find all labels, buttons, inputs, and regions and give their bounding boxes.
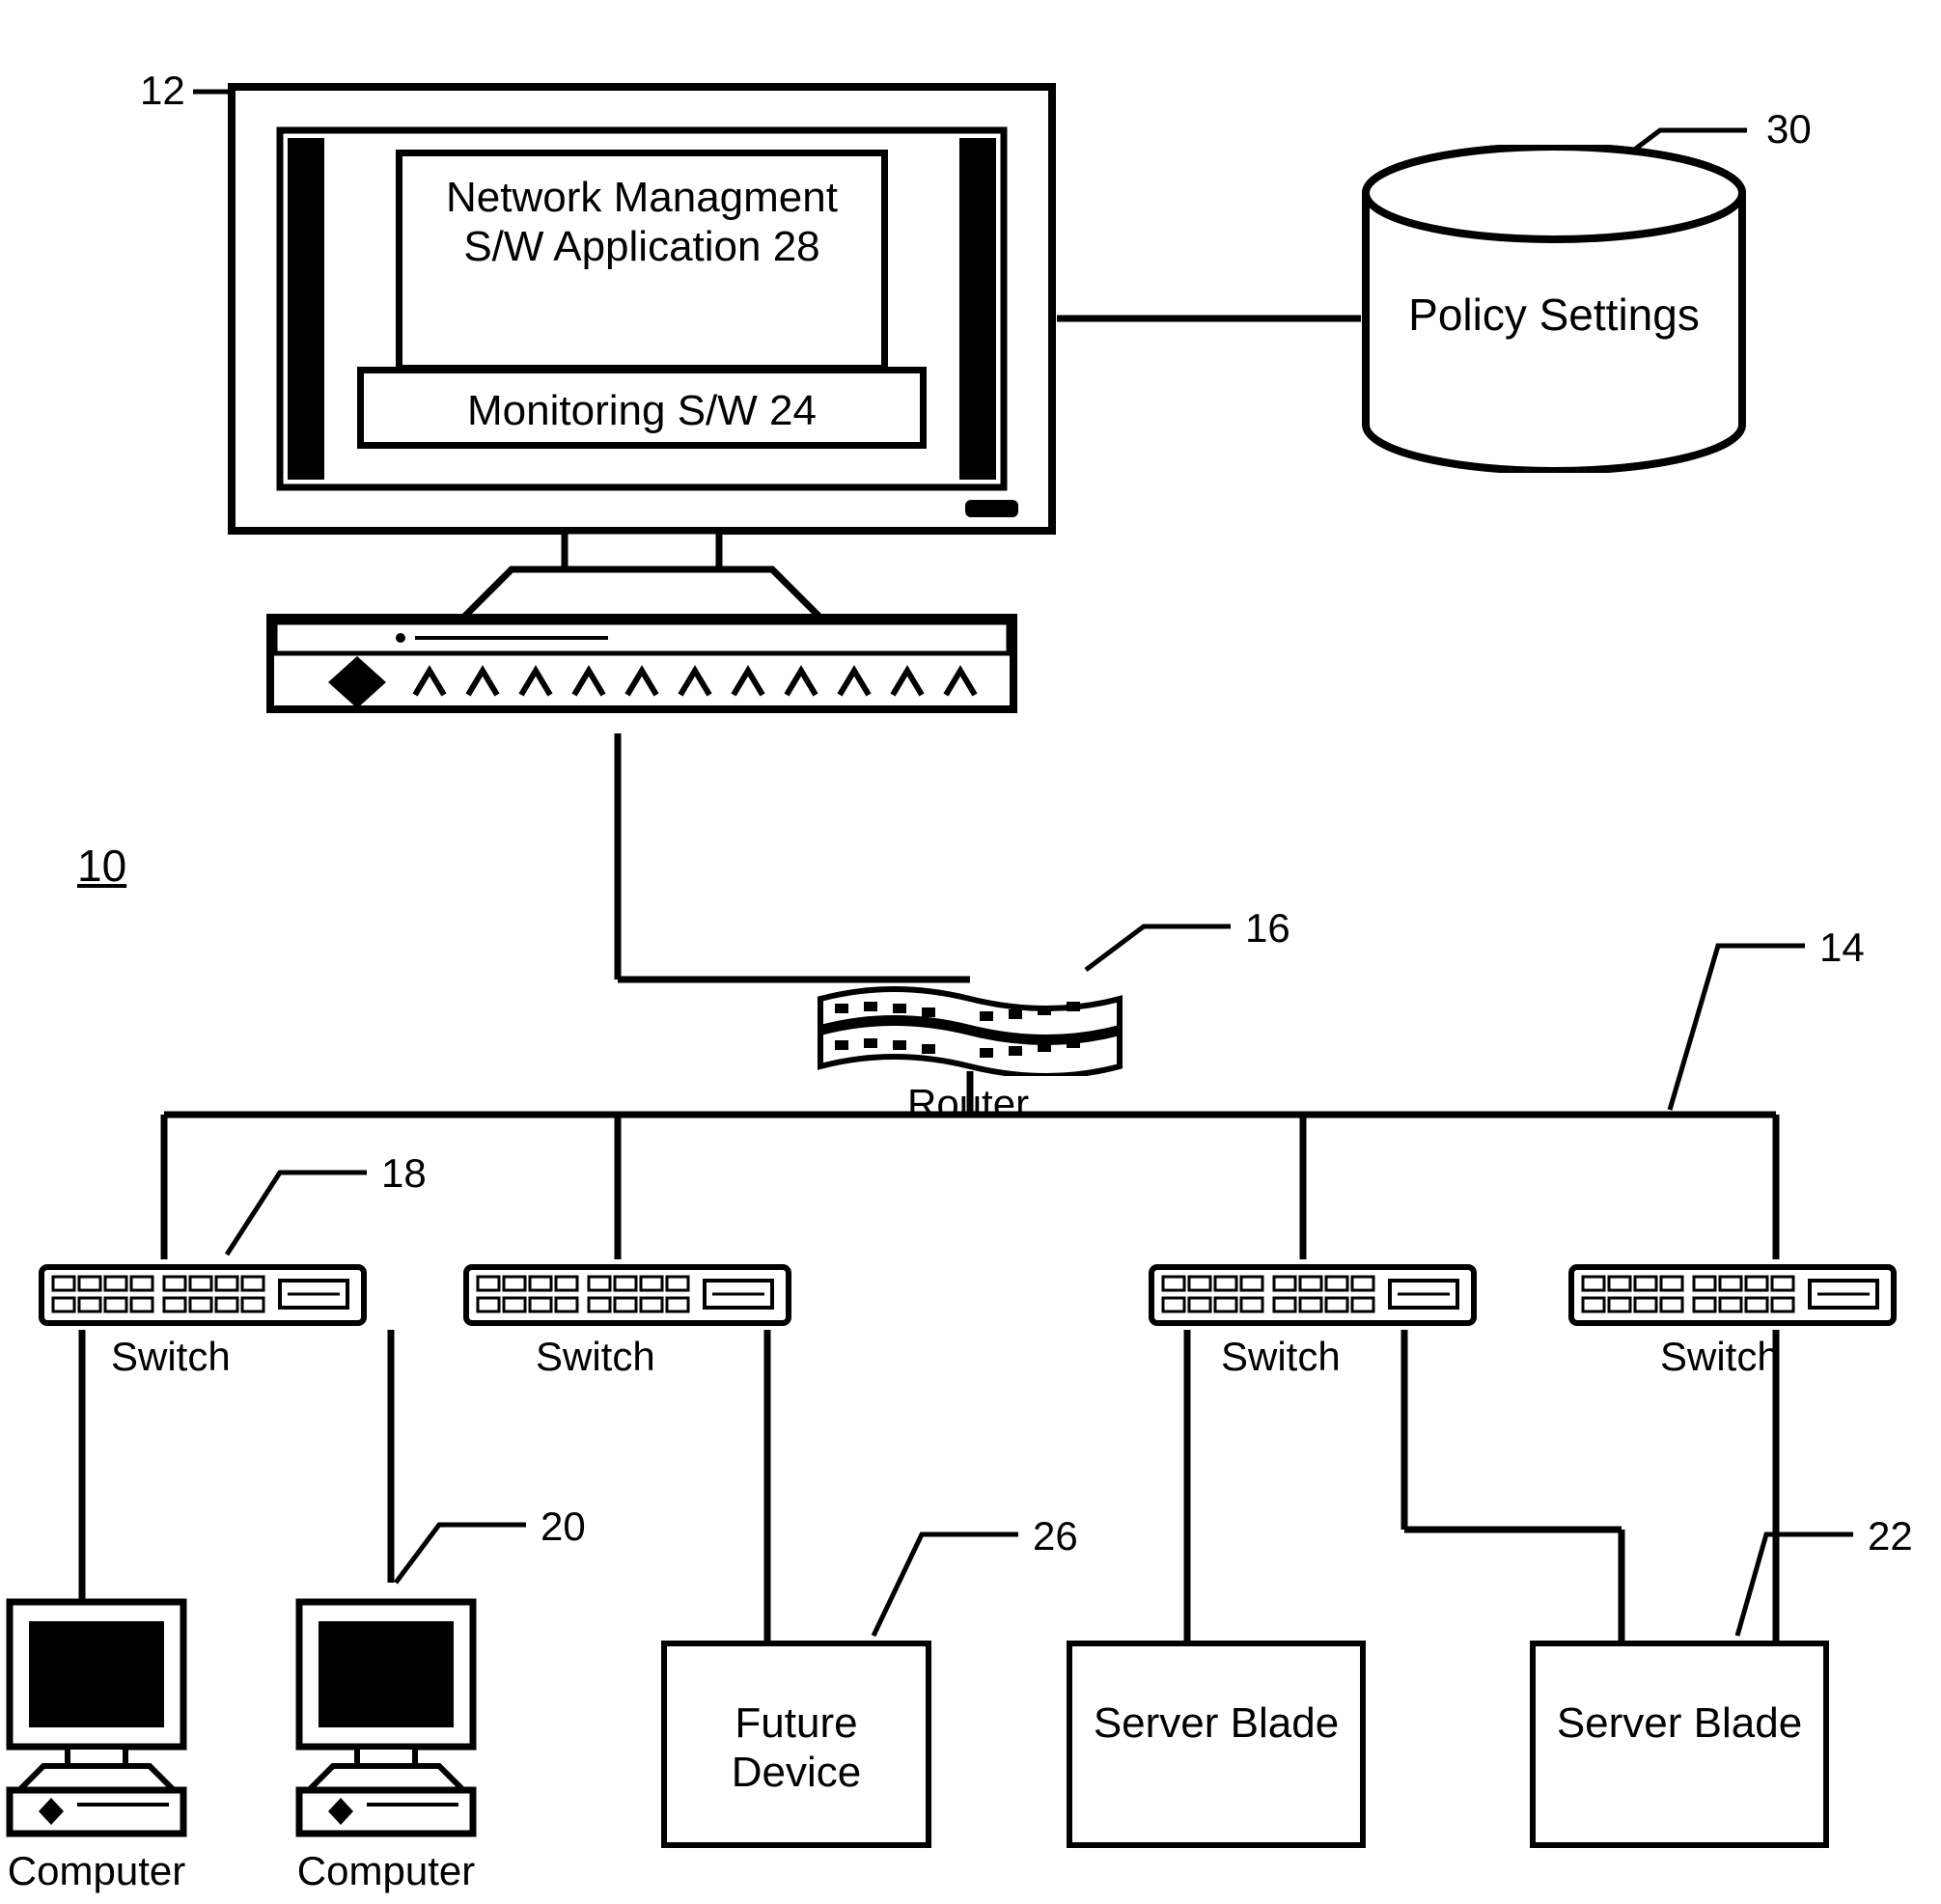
app-window: Network Managment S/W Application 28: [396, 150, 888, 372]
server-blade-2: Server Blade: [1530, 1641, 1829, 1848]
monitoring-window: Monitoring S/W 24: [357, 367, 927, 449]
server-blade-1-label: Server Blade: [1072, 1699, 1360, 1749]
figure-ref: 10: [77, 840, 126, 892]
router-label: Router: [907, 1081, 1029, 1127]
callout-16: 16: [1245, 905, 1290, 952]
callout-30: 30: [1766, 106, 1812, 152]
computer-1: [0, 1592, 208, 1843]
computer-2-label: Computer: [275, 1848, 497, 1894]
switch-1-label: Switch: [111, 1334, 231, 1380]
policy-db: Policy Settings: [1361, 145, 1747, 473]
router: [816, 975, 1124, 1076]
future-device-label: Future Device: [667, 1699, 926, 1797]
switch-2-label: Switch: [536, 1334, 655, 1380]
management-computer: Network Managment S/W Application 28 Mon…: [222, 77, 1062, 738]
switch-1: [39, 1259, 367, 1327]
switch-4: [1568, 1259, 1897, 1327]
callout-20: 20: [541, 1504, 586, 1550]
callout-14: 14: [1819, 924, 1865, 971]
policy-db-label: Policy Settings: [1361, 290, 1747, 341]
callout-22: 22: [1868, 1513, 1913, 1559]
server-blade-2-label: Server Blade: [1536, 1699, 1823, 1749]
future-device: Future Device: [661, 1641, 931, 1848]
callout-26: 26: [1033, 1513, 1078, 1559]
callout-12: 12: [140, 68, 185, 114]
computer-2: [275, 1592, 497, 1843]
diagram-canvas: 10 12 30 16 14 18 20 26 22: [0, 0, 1941, 1904]
server-blade-1: Server Blade: [1067, 1641, 1366, 1848]
switch-4-label: Switch: [1660, 1334, 1780, 1380]
app-window-text: Network Managment S/W Application 28: [402, 174, 881, 271]
switch-3-label: Switch: [1221, 1334, 1341, 1380]
monitoring-window-text: Monitoring S/W 24: [364, 387, 920, 436]
switch-3: [1149, 1259, 1477, 1327]
switch-2: [463, 1259, 791, 1327]
callout-18: 18: [381, 1150, 427, 1197]
computer-1-label: Computer: [0, 1848, 208, 1894]
